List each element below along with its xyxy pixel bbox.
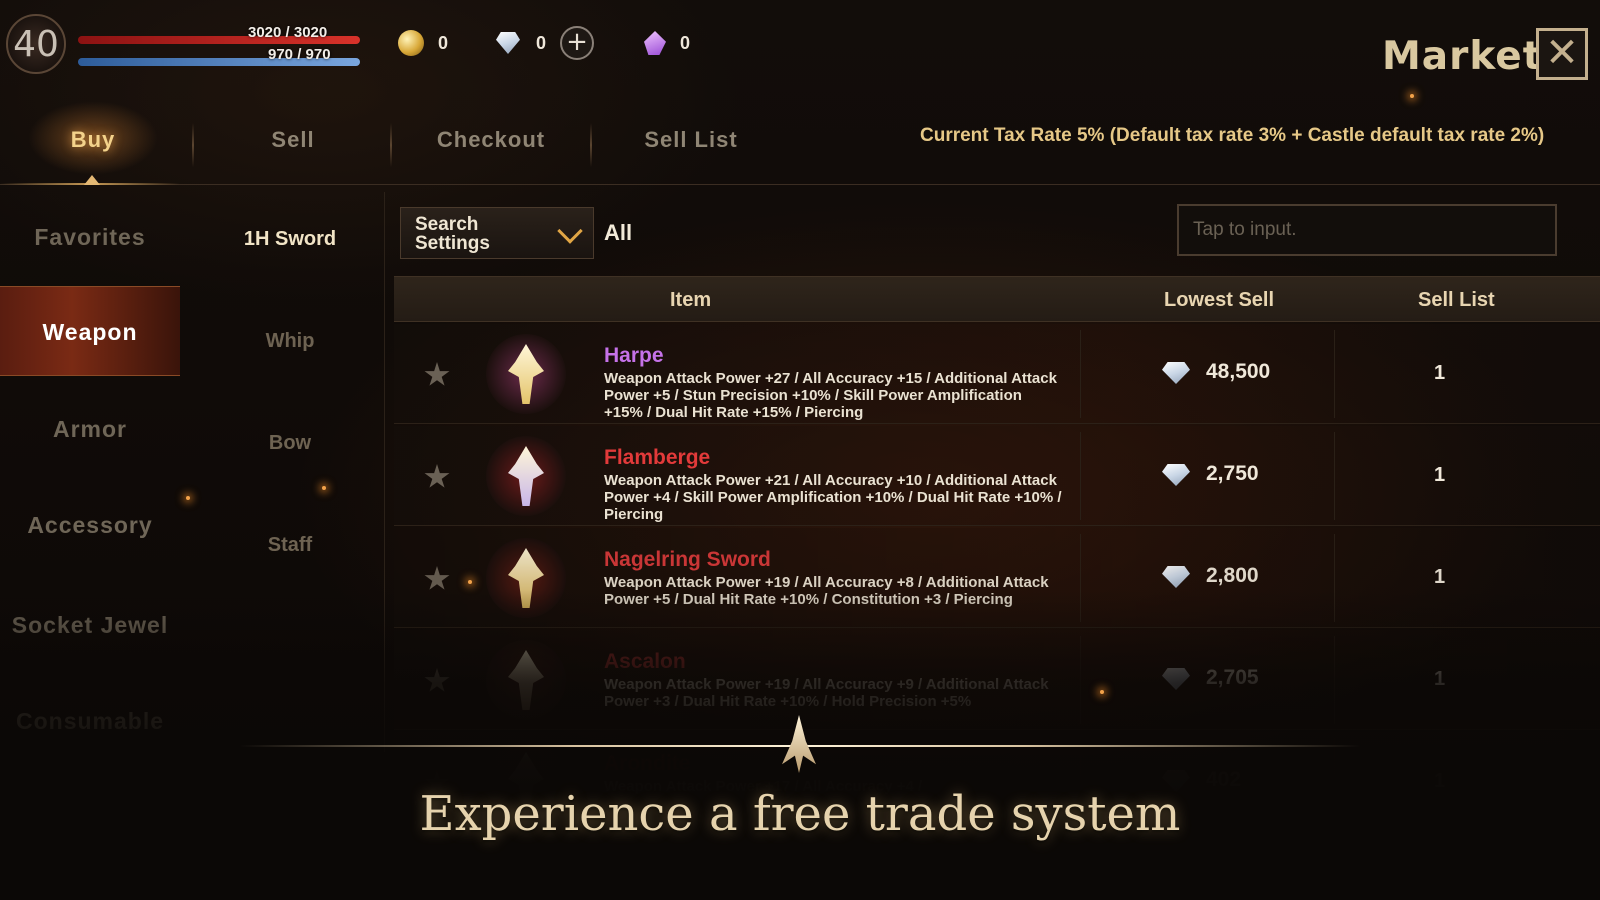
ember-sparkle (1100, 690, 1104, 694)
crystal-icon (644, 31, 666, 55)
item-icon (486, 538, 566, 618)
promo-banner-text: Experience a free trade system (419, 786, 1181, 842)
player-level: 40 (13, 24, 59, 65)
sell-list-count: 1 (1434, 566, 1446, 588)
sword-icon (508, 548, 544, 608)
column-divider (1080, 636, 1081, 724)
item-description: Weapon Attack Power +19 / All Accuracy +… (604, 676, 1049, 710)
window-title: Market (1382, 34, 1543, 79)
favorite-star-icon[interactable] (424, 668, 450, 692)
crystal-currency: 0 (644, 28, 690, 58)
table-row[interactable]: Ascalon Weapon Attack Power +19 / All Acc… (394, 630, 1600, 730)
column-header-lowest-sell: Lowest Sell (1164, 289, 1275, 311)
item-name: Flamberge (604, 446, 711, 469)
category-weapon[interactable]: Weapon (0, 286, 180, 376)
tab-buy[interactable]: Buy (30, 117, 156, 163)
favorite-star-icon[interactable] (424, 566, 450, 590)
favorite-star-icon[interactable] (424, 362, 450, 386)
column-header-sell-list: Sell List (1418, 289, 1495, 311)
tab-divider (390, 123, 392, 167)
market-screen: 40 3020 / 3020 970 / 970 0 0 + 0 Market … (0, 0, 1600, 900)
sell-list-count: 1 (1434, 668, 1446, 690)
item-name: Arondite (604, 752, 691, 775)
item-description: Weapon Attack Power +27 / All Accuracy +… (604, 370, 1057, 421)
top-hud: 40 3020 / 3020 970 / 970 0 0 + 0 Market … (0, 0, 1600, 92)
category-accessory[interactable]: Accessory (0, 480, 180, 570)
diamond-icon (494, 32, 522, 54)
search-settings-dropdown[interactable]: Search Settings (400, 207, 594, 259)
item-name: Nagelring Sword (604, 548, 771, 571)
item-description: Weapon Attack Power +21 / All Accuracy +… (604, 472, 1062, 523)
category-consumable[interactable]: Consumable (0, 676, 180, 766)
subcategory-whip[interactable]: Whip (195, 330, 385, 353)
diamond-value: 0 (536, 32, 547, 53)
item-icon (486, 640, 566, 720)
subcategory-list: 1H Sword Whip Bow Staff (195, 192, 385, 752)
item-icon (486, 334, 566, 414)
close-icon: ✕ (1545, 30, 1579, 76)
search-input[interactable] (1177, 204, 1557, 256)
filter-value: All (604, 220, 633, 245)
sell-list-count: 1 (1434, 464, 1446, 486)
search-settings-label: Search Settings (415, 214, 490, 254)
lowest-sell-price: 2,750 (1206, 462, 1259, 485)
column-divider (1080, 534, 1081, 622)
column-divider (1334, 534, 1335, 622)
tab-checkout[interactable]: Checkout (398, 117, 584, 163)
category-socket-jewel[interactable]: Socket Jewel (0, 580, 180, 670)
tab-divider (192, 123, 194, 167)
active-tab-arrow-icon (84, 175, 100, 185)
column-divider (1334, 636, 1335, 724)
lowest-sell-price: 2,800 (1206, 564, 1259, 587)
favorite-star-icon[interactable] (424, 464, 450, 488)
column-divider (1334, 432, 1335, 520)
ember-sparkle (1410, 94, 1414, 98)
table-row[interactable]: Flamberge Weapon Attack Power +21 / All A… (394, 426, 1600, 526)
add-diamond-button[interactable]: + (560, 26, 595, 60)
column-header-item: Item (670, 289, 712, 311)
tax-rate-text: Current Tax Rate 5% (Default tax rate 3%… (920, 125, 1545, 146)
market-tabs: Buy Sell Checkout Sell List Current Tax … (0, 101, 1600, 185)
table-row[interactable]: Harpe Weapon Attack Power +27 / All Accur… (394, 324, 1600, 424)
sword-icon (508, 446, 544, 506)
subcategory-1h-sword[interactable]: 1H Sword (195, 228, 385, 251)
item-name: Ascalon (604, 650, 686, 673)
subcategory-staff[interactable]: Staff (195, 534, 385, 557)
table-header: Item Lowest Sell Sell List (394, 276, 1600, 322)
category-favorites[interactable]: Favorites (0, 192, 180, 282)
column-divider (1334, 330, 1335, 418)
diamond-icon (1162, 464, 1190, 486)
diamond-currency: 0 + (494, 26, 595, 60)
column-divider (1080, 330, 1081, 418)
diamond-icon (1162, 668, 1190, 690)
gold-currency: 0 (398, 28, 448, 58)
item-name: Harpe (604, 344, 664, 367)
gold-coin-icon (398, 30, 424, 56)
category-armor[interactable]: Armor (0, 384, 180, 474)
sword-icon (508, 344, 544, 404)
diamond-icon (1162, 566, 1190, 588)
tab-sell-list[interactable]: Sell List (598, 117, 784, 163)
gold-value: 0 (438, 32, 449, 53)
chevron-down-icon (557, 218, 583, 244)
table-row[interactable]: Nagelring Sword Weapon Attack Power +19 /… (394, 528, 1600, 628)
crystal-value: 0 (680, 32, 691, 53)
sell-list-count: 1 (1434, 362, 1446, 384)
ember-sparkle (322, 486, 326, 490)
tab-sell[interactable]: Sell (200, 117, 386, 163)
item-description: Weapon Attack Power +19 / All Accuracy +… (604, 574, 1049, 608)
lowest-sell-price: 48,500 (1206, 360, 1271, 383)
ember-sparkle (468, 580, 472, 584)
sword-icon (508, 650, 544, 710)
tab-divider (590, 123, 592, 167)
diamond-icon (1162, 362, 1190, 384)
item-icon (486, 436, 566, 516)
column-divider (1080, 432, 1081, 520)
lowest-sell-price: 2,705 (1206, 666, 1259, 689)
close-button[interactable]: ✕ (1536, 28, 1588, 80)
ember-sparkle (186, 496, 190, 500)
subcategory-bow[interactable]: Bow (195, 432, 385, 455)
